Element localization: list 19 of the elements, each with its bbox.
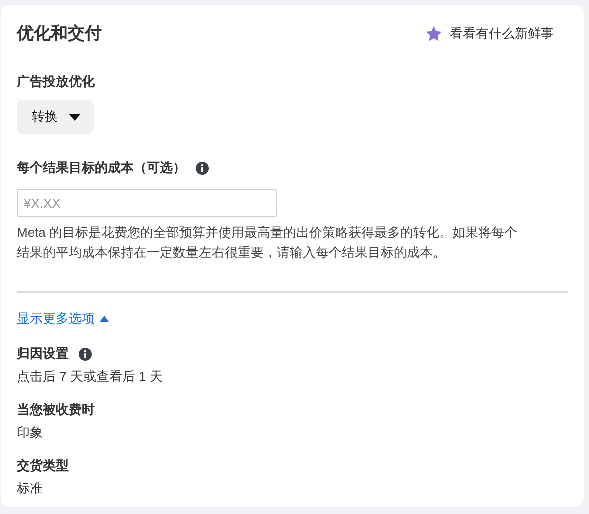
setting-value: 印象 — [17, 424, 44, 442]
field-label: 每个结果目标的成本（可选） — [17, 159, 186, 177]
section-title: 优化和交付 — [17, 23, 102, 45]
setting-label: 归因设置 — [17, 345, 69, 363]
help-text: Meta 的目标是花费您的全部预算并使用最高量的出价策略获得最多的转化。如果将每个结果的平均成本保持在一定数量左右很重要，请输入每个结果目标的成本。 — [17, 224, 519, 262]
field-label: 广告投放优化 — [17, 73, 96, 91]
star-icon — [425, 24, 443, 42]
setting-label: 当您被收费时 — [17, 401, 95, 419]
more-options-link[interactable]: 显示更多选项 — [17, 310, 109, 328]
caret-icon — [69, 114, 81, 120]
setting-value: 点击后 7 天或查看后 1 天 — [17, 368, 164, 386]
cost-input-field[interactable]: ¥X.XX — [17, 189, 277, 217]
info-icon[interactable] — [196, 162, 209, 174]
setting-label: 交货类型 — [17, 457, 69, 475]
whats-new-button[interactable]: 看看有什么新鲜事 — [425, 24, 554, 42]
optimization-dropdown[interactable]: 转换 — [17, 100, 94, 134]
setting-value: 标准 — [17, 480, 44, 498]
info-icon[interactable] — [79, 348, 92, 360]
caret-icon — [100, 316, 109, 322]
